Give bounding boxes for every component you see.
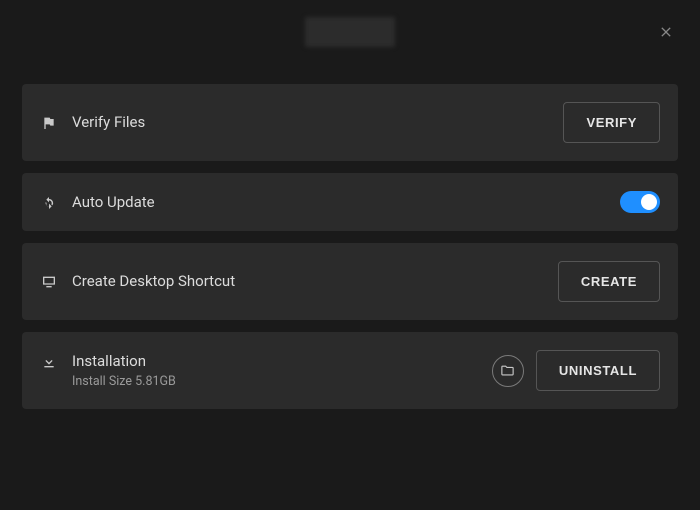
row-create-shortcut: Create Desktop Shortcut CREATE <box>22 243 678 320</box>
row-left: Verify Files <box>40 113 563 132</box>
auto-update-label: Auto Update <box>72 193 155 211</box>
row-left: Installation Install Size 5.81GB <box>40 352 492 389</box>
settings-list: Verify Files VERIFY Auto Update <box>0 64 700 409</box>
dialog-header <box>0 0 700 64</box>
install-size-text: Install Size 5.81GB <box>72 374 176 389</box>
download-icon <box>40 353 58 371</box>
installation-label: Installation <box>72 352 176 370</box>
create-shortcut-label: Create Desktop Shortcut <box>72 272 235 290</box>
toggle-knob <box>641 194 657 210</box>
close-icon <box>658 24 674 40</box>
row-auto-update: Auto Update <box>22 173 678 231</box>
row-installation: Installation Install Size 5.81GB UNINSTA… <box>22 332 678 409</box>
close-button[interactable] <box>656 22 676 42</box>
row-verify-files: Verify Files VERIFY <box>22 84 678 161</box>
flag-icon <box>40 114 58 132</box>
desktop-icon <box>40 273 58 291</box>
row-left: Create Desktop Shortcut <box>40 272 558 291</box>
row-left: Auto Update <box>40 193 620 212</box>
auto-update-toggle[interactable] <box>620 191 660 213</box>
folder-icon <box>500 363 515 378</box>
create-button[interactable]: CREATE <box>558 261 660 302</box>
verify-button[interactable]: VERIFY <box>563 102 660 143</box>
refresh-icon <box>40 194 58 212</box>
open-folder-button[interactable] <box>492 355 524 387</box>
verify-files-label: Verify Files <box>72 113 145 131</box>
uninstall-button[interactable]: UNINSTALL <box>536 350 660 391</box>
dialog-title-redacted <box>305 17 395 47</box>
